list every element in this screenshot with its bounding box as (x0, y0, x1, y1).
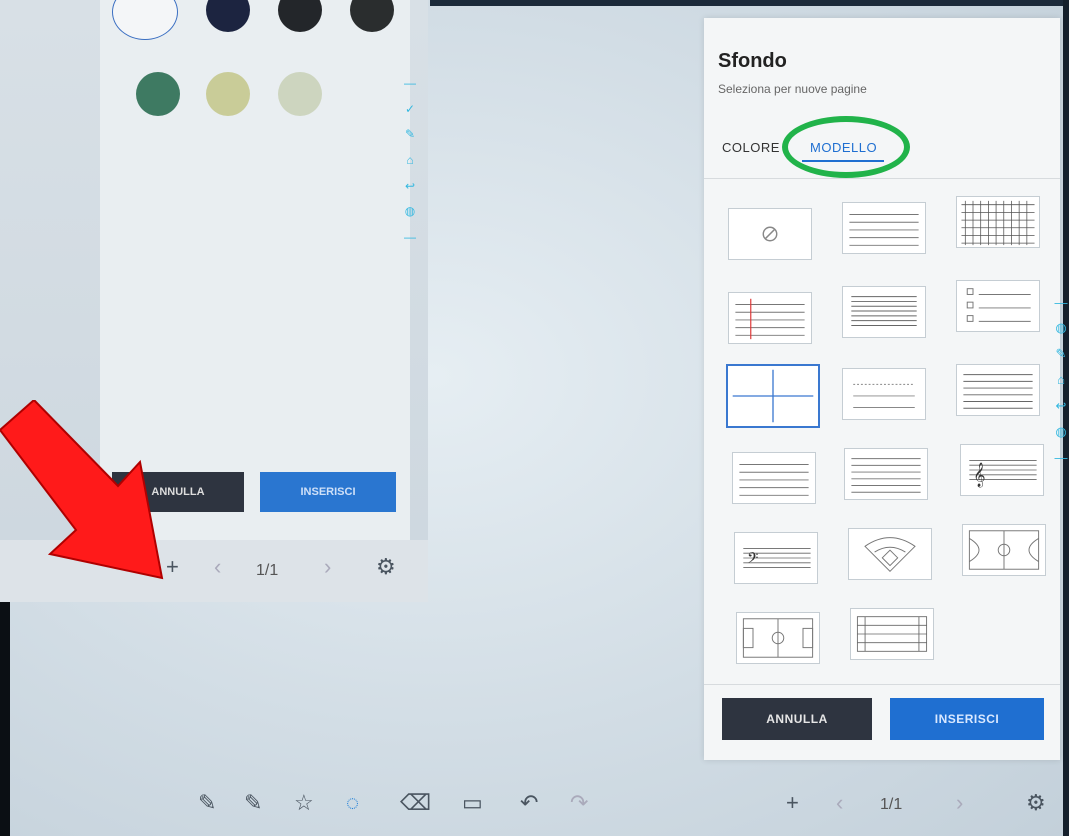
pen-icon[interactable]: ✎ (1056, 346, 1067, 362)
chevron-left-icon[interactable]: ‹ (836, 790, 843, 816)
template-four-quadrant[interactable] (726, 364, 820, 428)
template-sparse-lines[interactable] (842, 368, 926, 420)
cancel-button[interactable]: ANNULLA (722, 698, 872, 740)
chevron-left-icon[interactable]: ‹ (214, 554, 221, 580)
inset-screenshot: ANNULLA INSERISCI — ✓ ✎ ⌂ ↩ ◍ — + ‹ 1/1 … (0, 0, 428, 602)
swatch-charcoal[interactable] (278, 0, 322, 32)
minus-icon[interactable]: — (1055, 295, 1068, 310)
template-grid[interactable] (956, 196, 1040, 248)
none-icon (762, 226, 778, 242)
template-lined[interactable] (842, 202, 926, 254)
treble-clef-icon: 𝄞 (973, 462, 986, 488)
eraser-icon[interactable]: ⌫ (400, 790, 431, 816)
swatch-green[interactable] (136, 72, 180, 116)
template-soccer-field[interactable] (736, 612, 820, 664)
panel-title: Sfondo (718, 50, 787, 72)
minus-icon[interactable]: — (404, 230, 416, 244)
globe-icon[interactable]: ◍ (1055, 424, 1066, 440)
back-icon[interactable]: ↩ (1056, 398, 1067, 414)
insert-button[interactable]: INSERISCI (890, 698, 1044, 740)
swatch-navy[interactable] (206, 0, 250, 32)
tab-colore[interactable]: COLORE (722, 140, 780, 155)
lasso-icon[interactable]: ◌ (346, 790, 359, 816)
screen-bezel-top (430, 0, 1069, 6)
chevron-right-icon[interactable]: › (324, 554, 331, 580)
presentation-icon[interactable]: ▭ (462, 790, 483, 816)
highlight-annotation (782, 116, 910, 178)
background-panel: Sfondo Seleziona per nuove pagine COLORE… (704, 18, 1060, 760)
undo-icon[interactable]: ↶ (520, 790, 538, 816)
template-lines-wide[interactable] (732, 452, 816, 504)
bass-clef-icon: 𝄢 (747, 551, 758, 571)
highlighter-tool-icon[interactable]: ✎ (244, 790, 262, 816)
check-icon[interactable]: ✓ (405, 102, 415, 116)
settings-gear-icon[interactable]: ⚙ (376, 554, 396, 580)
template-running-track[interactable] (850, 608, 934, 660)
globe-icon[interactable]: ◍ (405, 204, 415, 218)
template-treble-staff[interactable]: 𝄞 (960, 444, 1044, 496)
insert-button[interactable]: INSERISCI (260, 472, 396, 512)
swatch-khaki[interactable] (206, 72, 250, 116)
swatch-sage[interactable] (278, 72, 322, 116)
back-icon[interactable]: ↩ (405, 179, 415, 193)
red-arrow-annotation (0, 400, 164, 580)
panel-subtitle: Seleziona per nuove pagine (718, 82, 867, 96)
home-icon[interactable]: ⌂ (406, 153, 413, 167)
redo-icon[interactable]: ↷ (570, 790, 588, 816)
minus-icon[interactable]: — (404, 76, 416, 90)
settings-gear-icon[interactable]: ⚙ (1026, 790, 1046, 816)
template-bass-staff[interactable]: 𝄢 (734, 532, 818, 584)
swatch-white[interactable] (112, 0, 178, 40)
bottom-toolbar: ✎ ✎ ☆ ◌ ⌫ ▭ ↶ ↷ + ‹ 1/1 › ⚙ (180, 774, 1060, 834)
chevron-right-icon[interactable]: › (956, 790, 963, 816)
template-basketball-court[interactable] (962, 524, 1046, 576)
template-red-margin[interactable] (728, 292, 812, 344)
home-icon[interactable]: ⌂ (1057, 372, 1065, 387)
swatch-black[interactable] (350, 0, 394, 32)
side-tool-strip: — ◍ ✎ ⌂ ↩ ◍ — (1054, 290, 1068, 470)
star-icon[interactable]: ☆ (294, 790, 314, 816)
template-dense-lines[interactable] (842, 286, 926, 338)
minus-icon[interactable]: — (1055, 450, 1068, 465)
pen-icon[interactable]: ✎ (405, 127, 415, 141)
add-page-icon[interactable]: + (786, 790, 799, 816)
globe-icon[interactable]: ◍ (1055, 320, 1066, 336)
inset-side-tool-strip: — ✓ ✎ ⌂ ↩ ◍ — (402, 70, 418, 250)
template-notebook-lines[interactable] (956, 364, 1040, 416)
page-indicator: 1/1 (880, 796, 903, 813)
template-lines-medium[interactable] (844, 448, 928, 500)
divider (704, 684, 1060, 685)
pen-tool-icon[interactable]: ✎ (198, 790, 216, 816)
template-checklist[interactable] (956, 280, 1040, 332)
divider (704, 178, 1060, 179)
page-indicator: 1/1 (256, 562, 279, 579)
template-baseball-field[interactable] (848, 528, 932, 580)
template-none[interactable] (728, 208, 812, 260)
